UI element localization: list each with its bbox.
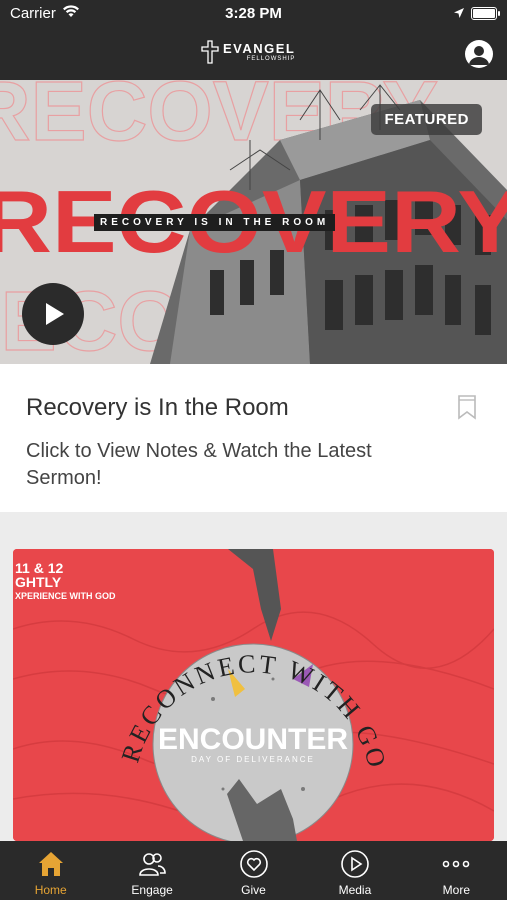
top-bar: Carrier 3:28 PM EVANGEL FELLOWSHIP bbox=[0, 0, 507, 80]
promo-date-line-1: 11 & 12 bbox=[15, 560, 64, 576]
featured-hero-image[interactable]: RECOVERY RECOVERY RECOVERY IS IN THE ROO… bbox=[0, 80, 507, 364]
tab-media[interactable]: Media bbox=[304, 841, 405, 900]
logo-subtitle: FELLOWSHIP bbox=[246, 55, 296, 62]
tab-engage-label: Engage bbox=[131, 883, 173, 897]
tab-home[interactable]: Home bbox=[0, 841, 101, 900]
tab-more-label: More bbox=[442, 883, 470, 897]
promo-date-line-2: GHTLY bbox=[15, 574, 62, 590]
encounter-title: ENCOUNTER bbox=[158, 723, 348, 756]
play-button[interactable] bbox=[22, 283, 84, 345]
location-arrow-icon bbox=[453, 6, 465, 23]
tab-engage[interactable]: Engage bbox=[101, 841, 202, 900]
app-logo[interactable]: EVANGEL FELLOWSHIP bbox=[200, 38, 295, 66]
status-bar: Carrier 3:28 PM bbox=[0, 0, 507, 28]
tab-bar: Home Engage Give Media More bbox=[0, 841, 507, 900]
tab-media-label: Media bbox=[338, 883, 372, 897]
home-icon bbox=[38, 852, 63, 876]
tab-more[interactable]: More bbox=[406, 841, 507, 900]
bookmark-icon[interactable] bbox=[457, 394, 477, 420]
people-icon bbox=[139, 853, 166, 876]
tab-home-label: Home bbox=[34, 883, 67, 897]
more-dots-icon bbox=[443, 860, 470, 868]
encounter-subtitle: DAY OF DELIVERANCE bbox=[191, 755, 315, 764]
featured-title: Recovery is In the Room bbox=[26, 394, 289, 421]
promo-date-line-3: XPERIENCE WITH GOD bbox=[15, 591, 116, 601]
hero-strap-text: RECOVERY IS IN THE ROOM bbox=[94, 214, 336, 231]
promo-dates: 11 & 12 GHTLY XPERIENCE WITH GOD bbox=[15, 561, 116, 603]
featured-badge: FEATURED bbox=[371, 104, 482, 135]
featured-description: Click to View Notes & Watch the Latest S… bbox=[26, 440, 372, 489]
tab-give[interactable]: Give bbox=[203, 841, 304, 900]
heart-icon bbox=[239, 850, 268, 878]
featured-info[interactable]: Recovery is In the Room Click to View No… bbox=[0, 364, 507, 512]
tab-give-label: Give bbox=[241, 883, 266, 897]
profile-icon[interactable] bbox=[465, 40, 493, 68]
clock: 3:28 PM bbox=[225, 5, 282, 22]
battery-icon bbox=[471, 7, 500, 20]
play-circle-icon bbox=[341, 850, 369, 878]
logo-name: EVANGEL bbox=[223, 40, 296, 56]
promo-card[interactable]: RECONNECT WITH GOD ENCOUNTER DAY OF DELI… bbox=[13, 549, 494, 841]
cross-logo-icon bbox=[201, 40, 219, 64]
